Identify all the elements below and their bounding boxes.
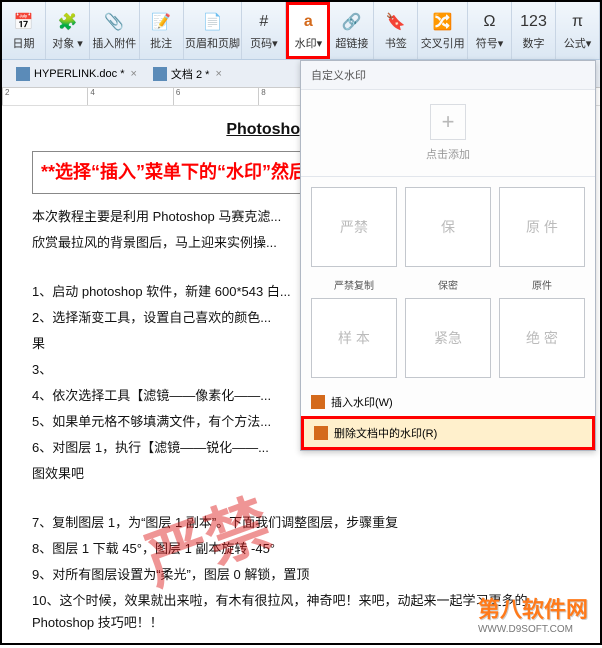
ribbon-date[interactable]: 📅日期 xyxy=(2,2,46,59)
insert-icon xyxy=(311,395,325,409)
bookmark-icon: 🔖 xyxy=(385,11,407,33)
ribbon-symbol[interactable]: Ω符号▾ xyxy=(468,2,512,59)
wm-label: 原件 xyxy=(499,277,585,292)
comment-icon: 📝 xyxy=(150,11,172,33)
remove-watermark-action[interactable]: 删除文档中的水印(R) xyxy=(301,416,595,450)
equation-icon: π xyxy=(566,11,588,33)
dropdown-header: 自定义水印 xyxy=(301,61,595,90)
ribbon-object[interactable]: 🧩对象 ▾ xyxy=(46,2,90,59)
doc-icon xyxy=(16,67,30,81)
close-icon[interactable]: × xyxy=(130,68,136,80)
insert-watermark-action[interactable]: 插入水印(W) xyxy=(301,388,595,416)
ribbon-crossref[interactable]: 🔀交叉引用 xyxy=(418,2,468,59)
doc-icon xyxy=(153,67,167,81)
object-icon: 🧩 xyxy=(57,11,79,33)
ribbon-header-footer[interactable]: 📄页眉和页脚 xyxy=(184,2,243,59)
link-icon: 🔗 xyxy=(341,11,363,33)
headerfooter-icon: 📄 xyxy=(201,11,223,33)
add-watermark[interactable]: + 点击添加 xyxy=(301,90,595,177)
wm-preset-juemi[interactable]: 绝 密 xyxy=(499,298,585,378)
wm-preset-baomi[interactable]: 保 xyxy=(405,187,491,267)
number-icon: 123 xyxy=(522,11,544,33)
wm-preset-jinji[interactable]: 紧急 xyxy=(405,298,491,378)
plus-icon: + xyxy=(430,104,466,140)
ribbon-bookmark[interactable]: 🔖书签 xyxy=(374,2,418,59)
para: 8、图层 1 下载 45°，图层 1 副本旋转 -45° xyxy=(32,538,570,560)
ribbon-number[interactable]: 123数字 xyxy=(512,2,556,59)
close-icon[interactable]: × xyxy=(215,68,221,80)
ribbon-attach[interactable]: 📎插入附件 xyxy=(90,2,140,59)
wm-preset-yanjin[interactable]: 严禁 xyxy=(311,187,397,267)
pagenum-icon: # xyxy=(253,11,275,33)
remove-icon xyxy=(314,426,328,440)
para: 9、对所有图层设置为“柔光”，图层 0 解锁，置顶 xyxy=(32,564,570,586)
add-label: 点击添加 xyxy=(426,146,470,162)
wm-preset-yangben[interactable]: 样 本 xyxy=(311,298,397,378)
para: 图效果吧 xyxy=(32,463,570,485)
wm-preset-yuanjian[interactable]: 原 件 xyxy=(499,187,585,267)
para: 7、复制图层 1，为“图层 1 副本”。下面我们调整图层，步骤重复 xyxy=(32,512,570,534)
ribbon-equation[interactable]: π公式▾ xyxy=(556,2,600,59)
wm-label: 保密 xyxy=(405,277,491,292)
tab-doc2[interactable]: 文档 2 *× xyxy=(145,62,230,86)
watermark-dropdown: 自定义水印 + 点击添加 严禁 保 原 件 严禁复制 保密 原件 样 本 紧急 … xyxy=(300,60,596,451)
ribbon-watermark[interactable]: a水印▾ xyxy=(286,2,330,59)
tab-hyperlink-doc[interactable]: HYPERLINK.doc *× xyxy=(8,63,145,85)
site-logo: 第八软件网 WWW.D9SOFT.COM xyxy=(478,592,588,635)
watermark-icon: a xyxy=(297,11,319,33)
attach-icon: 📎 xyxy=(103,11,125,33)
symbol-icon: Ω xyxy=(478,11,500,33)
ribbon-pagenum[interactable]: #页码▾ xyxy=(242,2,286,59)
wm-label: 严禁复制 xyxy=(311,277,397,292)
calendar-icon: 📅 xyxy=(13,11,35,33)
crossref-icon: 🔀 xyxy=(432,11,454,33)
ribbon-hyperlink[interactable]: 🔗超链接 xyxy=(330,2,374,59)
ribbon-comment[interactable]: 📝批注 xyxy=(140,2,184,59)
